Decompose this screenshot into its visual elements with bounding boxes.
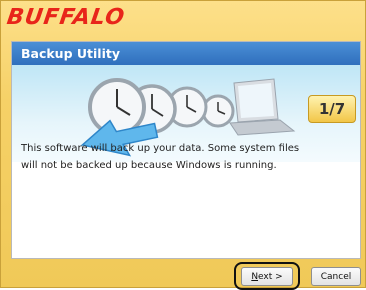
- buffalo-logo: BUFFALO: [5, 5, 127, 30]
- description: This software will back up your data. So…: [21, 140, 351, 174]
- page-title: Backup Utility: [12, 42, 360, 65]
- installer-window: BUFFALO Backup Utility 1/7 This software…: [0, 0, 366, 290]
- laptop-icon: [229, 78, 296, 136]
- content-panel: Backup Utility 1/7 This software will ba…: [11, 41, 361, 259]
- footer: Next > Cancel: [1, 259, 365, 290]
- step-indicator: 1/7: [308, 95, 356, 123]
- description-line-2: will not be backed up because Windows is…: [21, 160, 277, 171]
- cancel-button[interactable]: Cancel: [311, 267, 361, 286]
- next-button[interactable]: Next >: [241, 267, 293, 286]
- description-line-1: This software will back up your data. So…: [21, 143, 300, 154]
- clock-icon: [201, 94, 235, 128]
- next-button-label: ext >: [258, 272, 283, 282]
- clock-icon: [88, 78, 146, 136]
